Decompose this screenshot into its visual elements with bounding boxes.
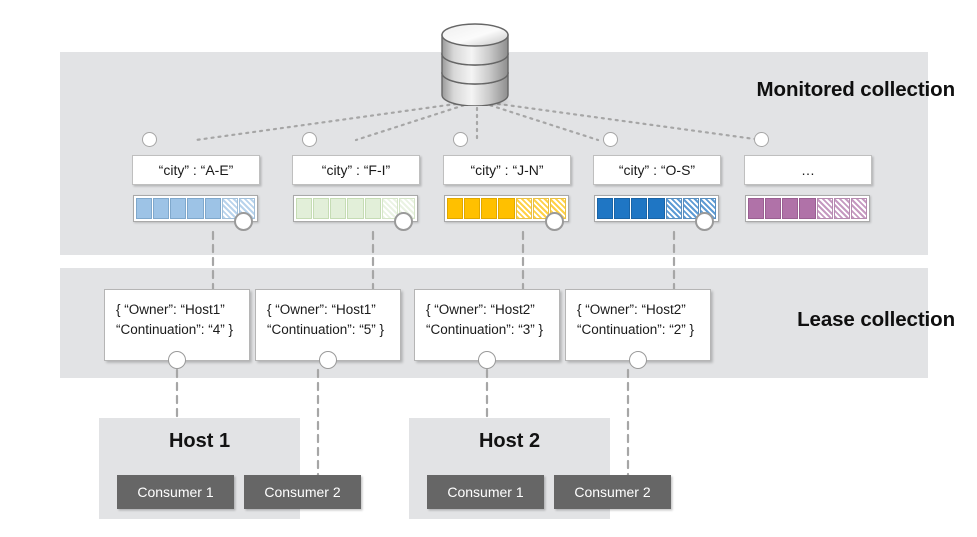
- partition-key-label-1: “city” : “A-E”: [132, 155, 260, 185]
- lease-continuation-line-2: “Continuation”: “5” }: [267, 322, 385, 337]
- lease-owner-line-4: { “Owner”: “Host2”: [577, 302, 686, 317]
- host-1-consumer-1[interactable]: Consumer 1: [117, 475, 234, 509]
- lease-owner-line-1: { “Owner”: “Host1”: [116, 302, 225, 317]
- segment-processed: [447, 198, 464, 219]
- lease-document-4[interactable]: { “Owner”: “Host2” “Continuation”: “2” }: [565, 289, 711, 369]
- segment-pending: [665, 198, 682, 219]
- partition-node-dot-3: [453, 132, 468, 147]
- lease-continuation-line-1: “Continuation”: “4” }: [116, 322, 234, 337]
- segment-processed: [464, 198, 481, 219]
- partition-lease-connector-3: [545, 212, 564, 231]
- host-2-consumer-2[interactable]: Consumer 2: [554, 475, 671, 509]
- partition-lease-connector-2: [394, 212, 413, 231]
- host-2-title: Host 2: [478, 430, 541, 452]
- partition-node-dot-5: [754, 132, 769, 147]
- segment-processed: [597, 198, 614, 219]
- segment-processed: [187, 198, 204, 219]
- segment-processed: [799, 198, 816, 219]
- partition-progress-bar-5: [745, 195, 870, 222]
- segment-processed: [364, 198, 381, 219]
- monitored-collection-label: Monitored collection: [756, 78, 956, 101]
- database-cylinder-icon: [432, 18, 522, 109]
- partition-lease-connector-4: [695, 212, 714, 231]
- segment-processed: [481, 198, 498, 219]
- segment-processed: [170, 198, 187, 219]
- segment-processed: [136, 198, 153, 219]
- segment-processed: [313, 198, 330, 219]
- segment-processed: [204, 198, 221, 219]
- partition-node-dot-1: [142, 132, 157, 147]
- segment-processed: [782, 198, 799, 219]
- host-panel-1: Host 1 Consumer 1 Consumer 2: [99, 418, 361, 519]
- partition-key-label-2: “city” : “F-I”: [292, 155, 420, 185]
- lease-host-connector-2: [319, 351, 337, 369]
- segment-processed: [631, 198, 648, 219]
- lease-document-1[interactable]: { “Owner”: “Host1” “Continuation”: “4” }: [104, 289, 250, 369]
- lease-host-connector-3: [478, 351, 496, 369]
- segment-processed: [614, 198, 631, 219]
- segment-processed: [765, 198, 782, 219]
- lease-owner-line-3: { “Owner”: “Host2”: [426, 302, 535, 317]
- partition-key-label-4: “city” : “O-S”: [593, 155, 721, 185]
- segment-pending: [833, 198, 850, 219]
- partition-key-label-5: …: [744, 155, 872, 185]
- segment-pending: [850, 198, 867, 219]
- segment-processed: [648, 198, 665, 219]
- segment-processed: [498, 198, 515, 219]
- segment-processed: [330, 198, 347, 219]
- lease-collection-label: Lease collection: [797, 308, 955, 331]
- host-1-consumer-2[interactable]: Consumer 2: [244, 475, 361, 509]
- segment-pending: [816, 198, 833, 219]
- segment-processed: [347, 198, 364, 219]
- segment-processed: [748, 198, 765, 219]
- host-panel-2: Host 2 Consumer 1 Consumer 2: [409, 418, 671, 519]
- partition-node-dot-4: [603, 132, 618, 147]
- host-1-title: Host 1: [168, 430, 231, 452]
- segment-pending: [515, 198, 532, 219]
- host-2-consumer-1[interactable]: Consumer 1: [427, 475, 544, 509]
- lease-continuation-line-4: “Continuation”: “2” }: [577, 322, 695, 337]
- partition-node-dot-2: [302, 132, 317, 147]
- segment-processed: [296, 198, 313, 219]
- partition-lease-connector-1: [234, 212, 253, 231]
- lease-host-connector-1: [168, 351, 186, 369]
- lease-owner-line-2: { “Owner”: “Host1”: [267, 302, 376, 317]
- segment-processed: [153, 198, 170, 219]
- lease-continuation-line-3: “Continuation”: “3” }: [426, 322, 544, 337]
- diagram-canvas: Monitored collection Lease collection “c…: [0, 0, 977, 537]
- lease-document-2[interactable]: { “Owner”: “Host1” “Continuation”: “5” }: [255, 289, 401, 369]
- lease-document-3[interactable]: { “Owner”: “Host2” “Continuation”: “3” }: [414, 289, 560, 369]
- partition-key-label-3: “city” : “J-N”: [443, 155, 571, 185]
- lease-host-connector-4: [629, 351, 647, 369]
